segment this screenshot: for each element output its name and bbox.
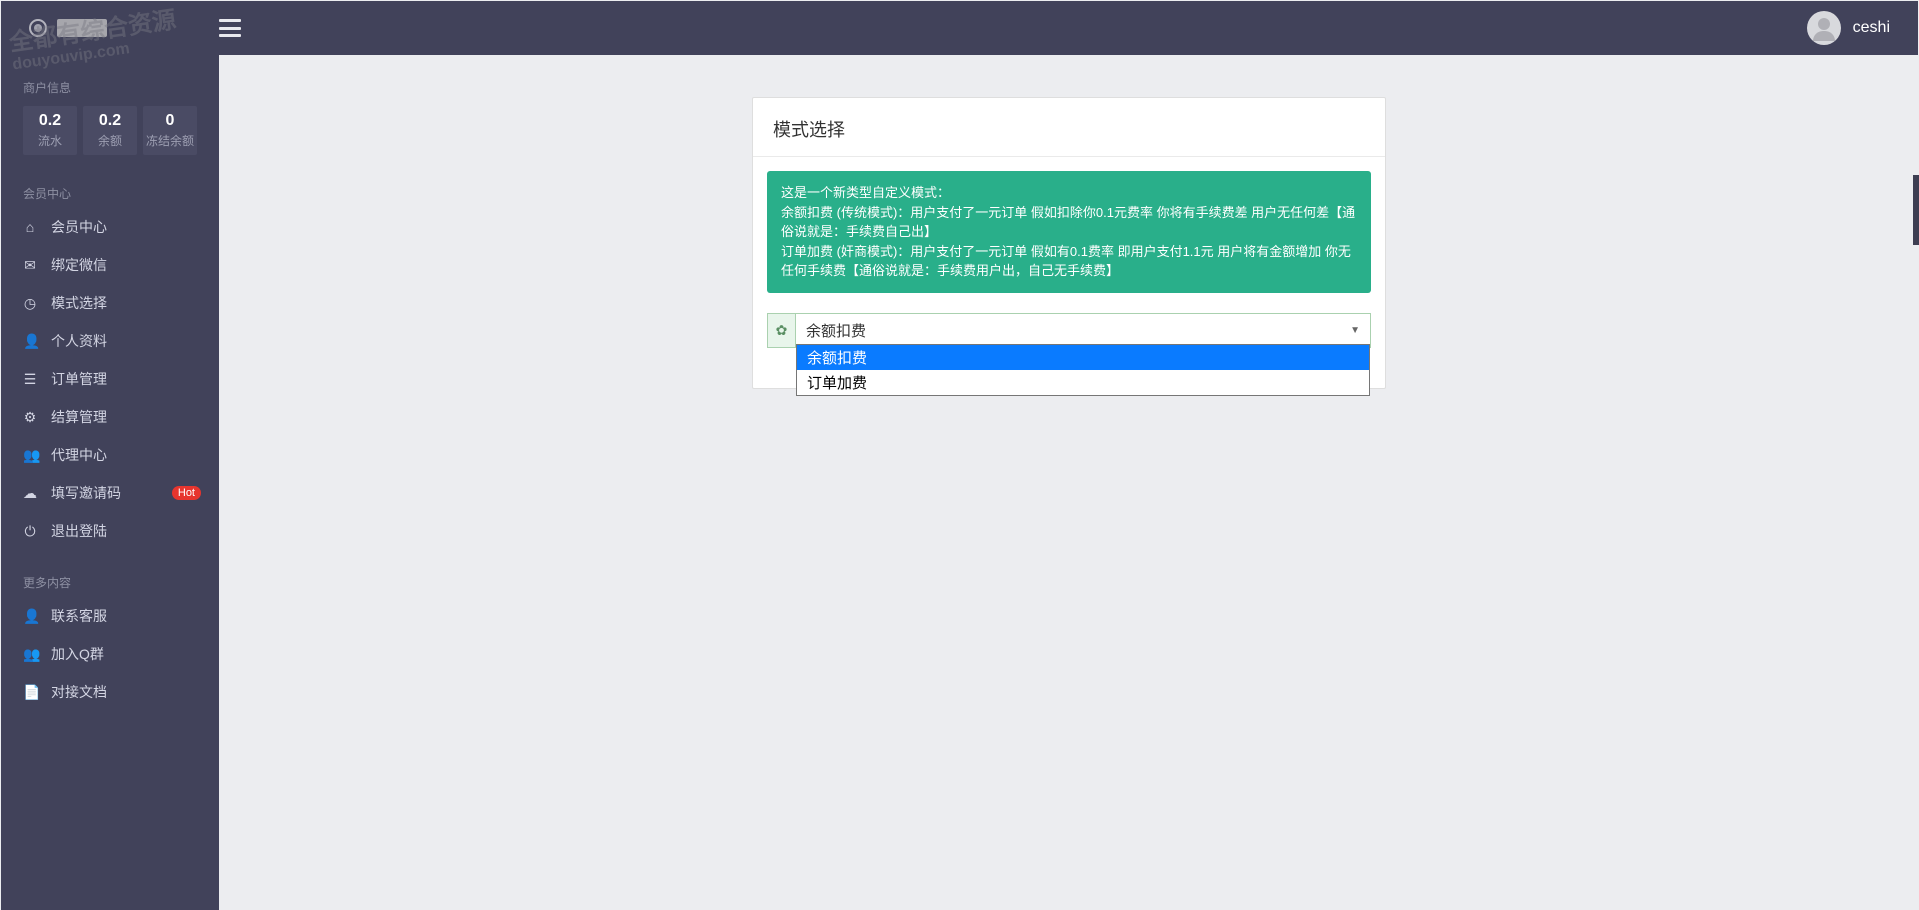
- stat-box: 0 冻结余额: [143, 106, 197, 155]
- logo-icon: [29, 19, 47, 37]
- main-content: 模式选择 这是一个新类型自定义模式： 余额扣费 (传统模式)：用户支付了一元订单…: [219, 55, 1919, 910]
- sidebar-item-label: 联系客服: [51, 606, 107, 626]
- sidebar: 商户信息 0.2 流水 0.2 余额 0 冻结余额 会员中心 ⌂ 会员中心 ✉ 绑定微信 ◷ 模式选…: [1, 55, 219, 910]
- sidebar-item-label: 填写邀请码: [51, 483, 121, 503]
- section-member-center: 会员中心: [1, 175, 219, 208]
- sidebar-item-label: 模式选择: [51, 293, 107, 313]
- info-alert: 这是一个新类型自定义模式： 余额扣费 (传统模式)：用户支付了一元订单 假如扣除…: [767, 171, 1371, 293]
- sidebar-item-label: 对接文档: [51, 682, 107, 702]
- chat-icon: 👤: [23, 608, 37, 625]
- users-icon: 👥: [23, 447, 37, 464]
- home-icon: ⌂: [23, 219, 37, 235]
- sidebar-item[interactable]: ✉ 绑定微信: [1, 246, 219, 284]
- user-area[interactable]: ceshi: [1807, 11, 1918, 45]
- stat-box: 0.2 流水: [23, 106, 77, 155]
- chevron-down-icon: ▼: [1350, 325, 1360, 336]
- alert-line3: 订单加费 (奸商模式)：用户支付了一元订单 假如有0.1费率 即用户支付1.1元…: [781, 242, 1357, 281]
- sidebar-item-label: 订单管理: [51, 369, 107, 389]
- sidebar-item-label: 绑定微信: [51, 255, 107, 275]
- gear-icon: ✿: [768, 314, 796, 347]
- menu-toggle-button[interactable]: [219, 19, 241, 37]
- sidebar-item[interactable]: ☁ 填写邀请码 Hot: [1, 474, 219, 512]
- sidebar-item[interactable]: ⌂ 会员中心: [1, 208, 219, 246]
- logo-area: [1, 1, 219, 55]
- stat-box: 0.2 余额: [83, 106, 137, 155]
- topbar: ceshi: [1, 1, 1918, 55]
- sidebar-item-label: 加入Q群: [51, 644, 104, 664]
- sidebar-item[interactable]: 👤 个人资料: [1, 322, 219, 360]
- mode-select-option[interactable]: 余额扣费: [797, 345, 1369, 370]
- sidebar-item-label: 代理中心: [51, 445, 107, 465]
- section-merchant-info: 商户信息: [1, 69, 219, 102]
- logo-text: [57, 19, 107, 37]
- mode-select-card: 模式选择 这是一个新类型自定义模式： 余额扣费 (传统模式)：用户支付了一元订单…: [752, 97, 1386, 389]
- mode-select-wrap: ✿ 余额扣费 ▼ 余额扣费订单加费: [767, 313, 1371, 348]
- sidebar-item-label: 结算管理: [51, 407, 107, 427]
- power-icon: ⏻: [23, 523, 37, 540]
- stat-value: 0: [143, 112, 197, 130]
- avatar-icon: [1807, 11, 1841, 45]
- mode-select[interactable]: 余额扣费 ▼: [796, 314, 1370, 347]
- mode-select-option[interactable]: 订单加费: [797, 370, 1369, 395]
- username: ceshi: [1853, 19, 1890, 37]
- doc-icon: 📄: [23, 684, 37, 701]
- alert-line1: 这是一个新类型自定义模式：: [781, 183, 1357, 203]
- right-indicator: [1913, 175, 1919, 245]
- sidebar-item[interactable]: 👥 加入Q群: [1, 635, 219, 673]
- mode-select-dropdown: 余额扣费订单加费: [796, 344, 1370, 396]
- sidebar-item[interactable]: 👥 代理中心: [1, 436, 219, 474]
- sidebar-item[interactable]: ☰ 订单管理: [1, 360, 219, 398]
- hot-badge: Hot: [172, 486, 201, 500]
- sidebar-item[interactable]: ◷ 模式选择: [1, 284, 219, 322]
- wechat-icon: ✉: [23, 257, 37, 274]
- stat-value: 0.2: [23, 112, 77, 130]
- list-icon: ☰: [23, 371, 37, 388]
- sidebar-item[interactable]: 📄 对接文档: [1, 673, 219, 711]
- alert-line2: 余额扣费 (传统模式)：用户支付了一元订单 假如扣除你0.1元费率 你将有手续费…: [781, 203, 1357, 242]
- stat-label: 余额: [83, 132, 137, 149]
- sidebar-item-label: 个人资料: [51, 331, 107, 351]
- gear-icon: ⚙: [23, 409, 37, 426]
- sidebar-item[interactable]: 👤 联系客服: [1, 597, 219, 635]
- sidebar-item[interactable]: ⚙ 结算管理: [1, 398, 219, 436]
- sidebar-item-label: 会员中心: [51, 217, 107, 237]
- card-title: 模式选择: [753, 98, 1385, 157]
- user-icon: 👤: [23, 333, 37, 350]
- cloud-icon: ☁: [23, 485, 37, 502]
- section-more: 更多内容: [1, 564, 219, 597]
- sidebar-item[interactable]: ⏻ 退出登陆: [1, 512, 219, 550]
- stat-label: 冻结余额: [143, 132, 197, 149]
- clock-icon: ◷: [23, 295, 37, 312]
- sidebar-item-label: 退出登陆: [51, 521, 107, 541]
- stat-value: 0.2: [83, 112, 137, 130]
- stat-row: 0.2 流水 0.2 余额 0 冻结余额: [1, 102, 219, 161]
- group-icon: 👥: [23, 646, 37, 663]
- stat-label: 流水: [23, 132, 77, 149]
- mode-select-value: 余额扣费: [806, 320, 866, 341]
